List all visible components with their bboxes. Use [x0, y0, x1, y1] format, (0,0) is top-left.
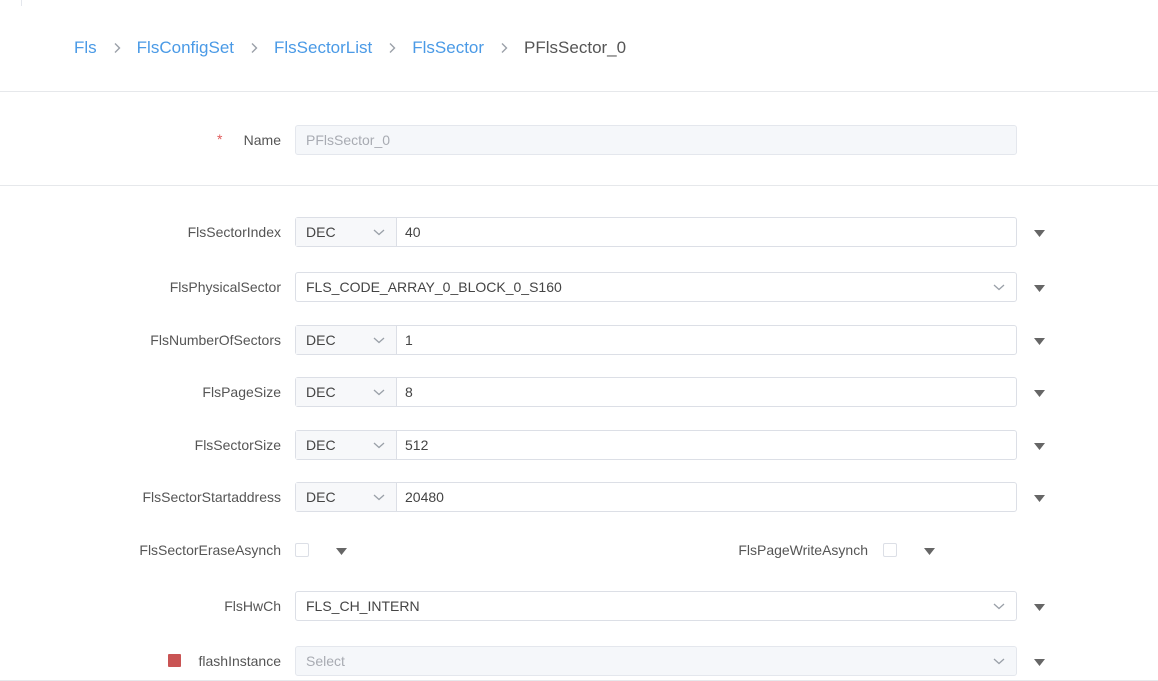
divider: [0, 185, 1158, 186]
sector-index-label: FlsSectorIndex: [187, 224, 281, 240]
flash-instance-row: flashInstance Select: [0, 646, 1158, 676]
chevron-right-icon: [498, 42, 510, 54]
sector-index-field: DEC 40: [295, 217, 1017, 247]
radix-value: DEC: [306, 489, 336, 505]
top-strip: [0, 0, 1158, 6]
radix-value: DEC: [306, 332, 336, 348]
chevron-right-icon: [111, 42, 123, 54]
caret-down-icon[interactable]: [1032, 440, 1046, 452]
physical-sector-row: FlsPhysicalSector FLS_CODE_ARRAY_0_BLOCK…: [0, 272, 1158, 302]
number-of-sectors-label: FlsNumberOfSectors: [150, 332, 281, 348]
breadcrumb-fls[interactable]: Fls: [74, 38, 97, 58]
hw-ch-select[interactable]: FLS_CH_INTERN: [295, 591, 1017, 621]
breadcrumb-fls-sector-list[interactable]: FlsSectorList: [274, 38, 372, 58]
page-size-row: FlsPageSize DEC 8: [0, 377, 1158, 407]
name-label: Name: [243, 132, 281, 148]
sector-start-address-label: FlsSectorStartaddress: [142, 489, 282, 505]
breadcrumb-fls-config-set[interactable]: FlsConfigSet: [137, 38, 234, 58]
flash-instance-select[interactable]: Select: [295, 646, 1017, 676]
caret-down-icon[interactable]: [1032, 601, 1046, 613]
flash-instance-label: flashInstance: [198, 653, 282, 669]
caret-down-icon[interactable]: [922, 545, 936, 557]
caret-down-icon[interactable]: [1032, 492, 1046, 504]
physical-sector-value: FLS_CODE_ARRAY_0_BLOCK_0_S160: [306, 279, 562, 295]
page-size-radix-select[interactable]: DEC: [296, 378, 397, 406]
caret-down-icon[interactable]: [334, 545, 348, 557]
sector-start-address-field: DEC 20480: [295, 482, 1017, 512]
page-size-field: DEC 8: [295, 377, 1017, 407]
caret-down-icon[interactable]: [1032, 227, 1046, 239]
radix-value: DEC: [306, 437, 336, 453]
number-of-sectors-input[interactable]: 1: [397, 326, 1016, 354]
chevron-down-icon: [992, 654, 1006, 668]
chevron-down-icon: [372, 225, 386, 239]
asynch-row: FlsSectorEraseAsynch FlsPageWriteAsynch: [0, 535, 1158, 565]
reference-marker-icon: [168, 654, 181, 667]
radix-value: DEC: [306, 384, 336, 400]
top-divider: [21, 0, 22, 6]
breadcrumb-fls-sector[interactable]: FlsSector: [412, 38, 484, 58]
caret-down-icon[interactable]: [1032, 335, 1046, 347]
name-input[interactable]: PFlsSector_0: [295, 125, 1017, 155]
physical-sector-select[interactable]: FLS_CODE_ARRAY_0_BLOCK_0_S160: [295, 272, 1017, 302]
sector-size-field: DEC 512: [295, 430, 1017, 460]
number-of-sectors-radix-select[interactable]: DEC: [296, 326, 397, 354]
flash-instance-placeholder: Select: [306, 653, 345, 669]
chevron-down-icon: [372, 385, 386, 399]
page-write-asynch-checkbox[interactable]: [883, 543, 897, 557]
sector-size-row: FlsSectorSize DEC 512: [0, 430, 1158, 460]
page-write-asynch-label: FlsPageWriteAsynch: [738, 542, 868, 558]
sector-size-radix-select[interactable]: DEC: [296, 431, 397, 459]
caret-down-icon[interactable]: [1032, 656, 1046, 668]
number-of-sectors-row: FlsNumberOfSectors DEC 1: [0, 325, 1158, 355]
sector-start-address-input[interactable]: 20480: [397, 483, 1016, 511]
hw-ch-row: FlsHwCh FLS_CH_INTERN: [0, 591, 1158, 621]
caret-down-icon[interactable]: [1032, 282, 1046, 294]
sector-index-row: FlsSectorIndex DEC 40: [0, 217, 1158, 247]
required-mark: *: [217, 131, 223, 147]
chevron-down-icon: [372, 438, 386, 452]
sector-start-address-row: FlsSectorStartaddress DEC 20480: [0, 482, 1158, 512]
hw-ch-label: FlsHwCh: [224, 598, 281, 614]
page-size-label: FlsPageSize: [202, 384, 281, 400]
sector-size-label: FlsSectorSize: [194, 437, 281, 453]
divider: [0, 91, 1158, 92]
sector-start-address-radix-select[interactable]: DEC: [296, 483, 397, 511]
breadcrumb: Fls FlsConfigSet FlsSectorList FlsSector…: [74, 36, 626, 60]
breadcrumb-current: PFlsSector_0: [524, 38, 627, 57]
radix-value: DEC: [306, 224, 336, 240]
chevron-down-icon: [372, 490, 386, 504]
sector-index-radix-select[interactable]: DEC: [296, 218, 397, 246]
name-value: PFlsSector_0: [306, 132, 391, 148]
sector-index-input[interactable]: 40: [397, 218, 1016, 246]
page-size-input[interactable]: 8: [397, 378, 1016, 406]
chevron-down-icon: [372, 333, 386, 347]
hw-ch-value: FLS_CH_INTERN: [306, 598, 420, 614]
name-row: * Name PFlsSector_0: [0, 125, 1158, 155]
sector-size-input[interactable]: 512: [397, 431, 1016, 459]
chevron-down-icon: [992, 599, 1006, 613]
chevron-down-icon: [992, 280, 1006, 294]
sector-erase-asynch-label: FlsSectorEraseAsynch: [139, 542, 281, 558]
chevron-right-icon: [248, 42, 260, 54]
physical-sector-label: FlsPhysicalSector: [169, 279, 281, 295]
chevron-right-icon: [386, 42, 398, 54]
sector-erase-asynch-checkbox[interactable]: [295, 543, 309, 557]
number-of-sectors-field: DEC 1: [295, 325, 1017, 355]
caret-down-icon[interactable]: [1032, 387, 1046, 399]
